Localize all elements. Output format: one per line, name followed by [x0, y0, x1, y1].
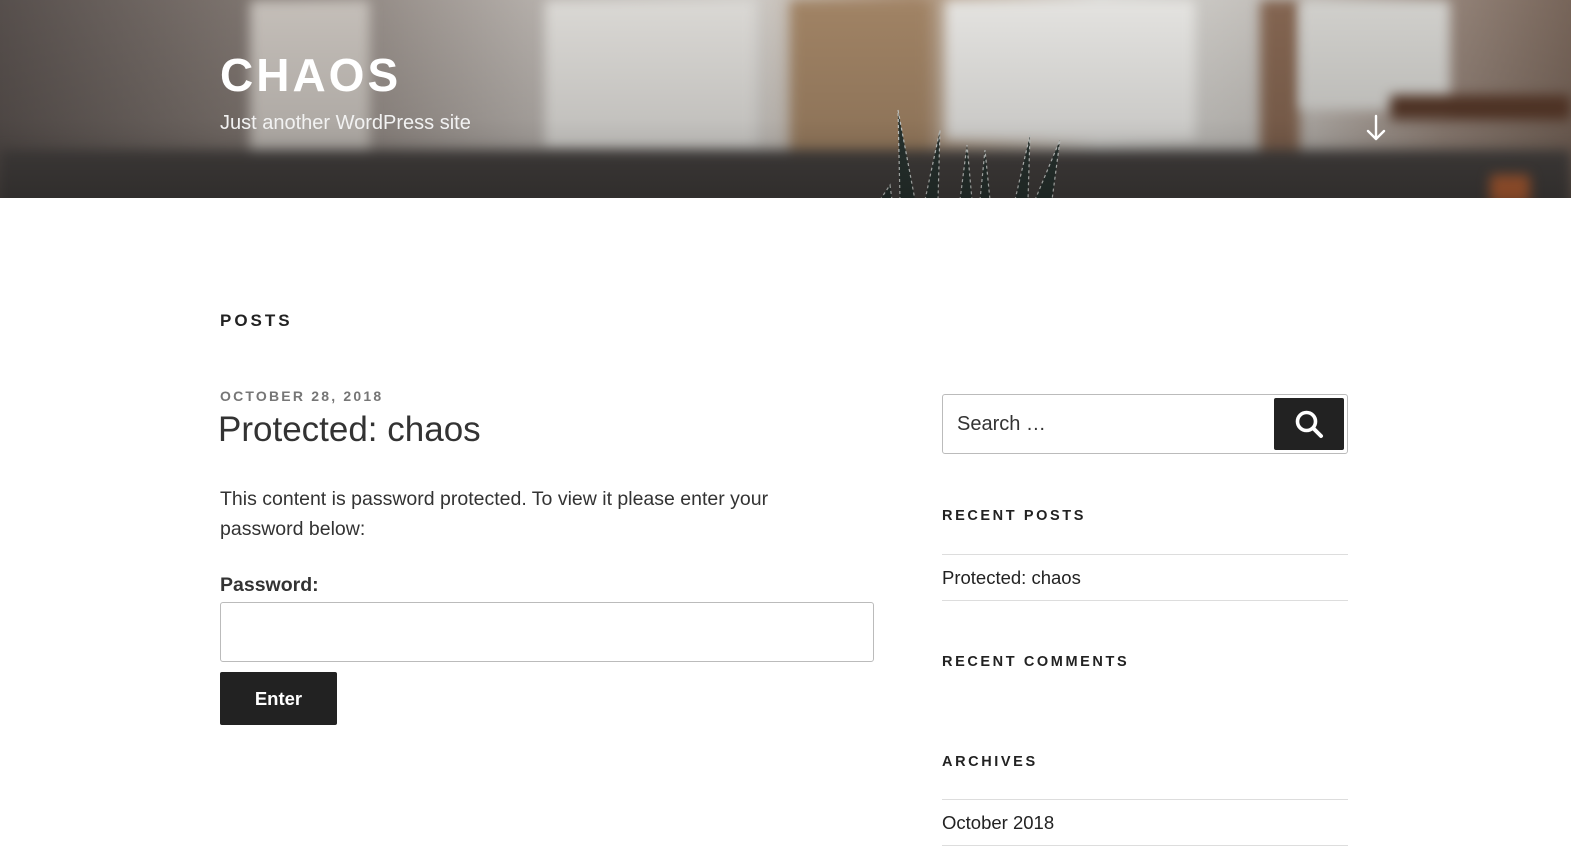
post-title[interactable]: Protected: chaos [218, 410, 481, 450]
search-icon [1295, 410, 1323, 438]
search-form [942, 394, 1348, 454]
recent-posts-list: Protected: chaos [942, 554, 1348, 601]
password-label: Password: [220, 574, 319, 596]
list-item: Protected: chaos [942, 554, 1348, 601]
site-tagline: Just another WordPress site [220, 112, 471, 134]
search-button[interactable] [1274, 398, 1344, 450]
recent-comments-title: RECENT COMMENTS [942, 654, 1130, 670]
protected-message: This content is password protected. To v… [220, 488, 769, 540]
site-title[interactable]: CHAOS [220, 52, 401, 98]
site-header: CHAOS Just another WordPress site [0, 0, 1571, 198]
recent-posts-title: RECENT POSTS [942, 508, 1086, 524]
recent-post-link[interactable]: Protected: chaos [942, 567, 1081, 589]
post-date[interactable]: OCTOBER 28, 2018 [220, 388, 383, 404]
archives-list: October 2018 [942, 799, 1348, 846]
arrow-down-icon [1366, 114, 1386, 141]
password-input[interactable] [220, 602, 874, 662]
archives-title: ARCHIVES [942, 754, 1038, 770]
archive-link[interactable]: October 2018 [942, 812, 1054, 834]
enter-button[interactable]: Enter [220, 672, 337, 725]
page-title: POSTS [220, 311, 293, 330]
search-input[interactable] [943, 395, 1273, 453]
list-item: October 2018 [942, 799, 1348, 846]
scroll-down-button[interactable] [1356, 108, 1396, 148]
